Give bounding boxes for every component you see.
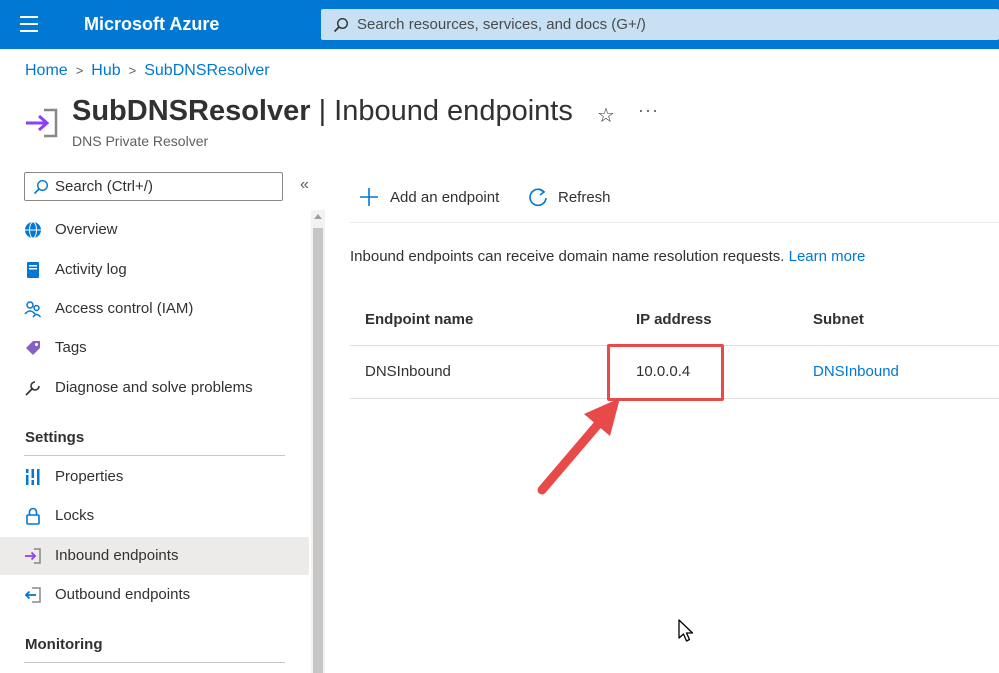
log-icon [27,262,39,278]
wrench-icon [25,381,40,396]
divider [24,662,285,663]
sidebar-item-label: Inbound endpoints [55,547,179,564]
sidebar-item-tags[interactable]: Tags [0,329,309,367]
globe-icon [25,221,41,239]
sidebar-search-input[interactable] [55,173,275,200]
page-title: SubDNSResolver | Inbound endpoints [72,95,573,128]
outbound-icon [24,587,41,603]
breadcrumb-resource[interactable]: SubDNSResolver [144,62,269,79]
scroll-up-icon[interactable] [314,214,322,219]
top-bar: Microsoft Azure [0,0,999,49]
settings-section-title: Settings [25,429,85,446]
sidebar-item-label: Activity log [55,261,127,278]
collapse-sidebar-icon[interactable]: « [300,176,309,194]
subnet-link[interactable]: DNSInbound [813,363,899,380]
sidebar-item-label: Access control (IAM) [55,300,194,317]
refresh-button[interactable]: Refresh [527,178,617,218]
command-bar-divider [350,222,999,223]
sidebar-item-label: Locks [55,507,95,524]
lock-icon [26,507,40,525]
page-name: Inbound endpoints [334,95,573,127]
breadcrumb: Home > Hub > SubDNSResolver [25,62,270,80]
sidebar-item-label: Diagnose and solve problems [55,379,253,396]
page-subtitle: DNS Private Resolver [72,133,209,149]
sidebar-item-outbound-endpoints[interactable]: Outbound endpoints [0,576,309,614]
mouse-cursor-icon [678,619,694,642]
menu-icon[interactable] [20,16,38,32]
properties-icon [25,469,40,485]
star-icon[interactable]: ☆ [597,103,615,128]
resource-name: SubDNSResolver [72,95,311,127]
sidebar-item-label: Tags [55,339,87,356]
sidebar-item-properties[interactable]: Properties [0,458,309,496]
endpoint-name-cell: DNSInbound [365,363,451,380]
plus-icon [360,188,378,206]
title-separator: | [310,95,335,127]
divider [24,455,285,456]
people-icon [24,301,42,318]
brand-title[interactable]: Microsoft Azure [84,14,219,35]
annotation-arrow-icon [537,398,620,495]
inbound-icon [25,548,41,564]
column-header-subnet[interactable]: Subnet [813,311,864,328]
sidebar-item-activity-log[interactable]: Activity log [0,251,309,289]
sidebar-scrollbar[interactable] [311,210,325,673]
sidebar-item-locks[interactable]: Locks [0,497,309,535]
global-search-input[interactable] [357,9,957,40]
sidebar-item-overview[interactable]: Overview [0,211,309,249]
more-icon[interactable]: ··· [638,100,659,121]
add-endpoint-label: Add an endpoint [390,189,500,206]
search-icon [333,17,349,33]
chevron-right-icon: > [128,63,137,78]
refresh-label: Refresh [558,189,611,206]
sidebar-item-inbound-endpoints[interactable]: Inbound endpoints [0,537,309,575]
tag-icon [26,341,40,355]
monitoring-section-title: Monitoring [25,636,103,653]
learn-more-link[interactable]: Learn more [789,248,866,265]
sidebar-item-label: Overview [55,221,118,238]
dns-resolver-icon [26,108,58,138]
sidebar-search[interactable] [24,172,283,201]
global-search[interactable] [321,9,999,40]
breadcrumb-hub[interactable]: Hub [91,62,120,79]
info-text: Inbound endpoints can receive domain nam… [350,248,865,265]
sidebar-item-label: Outbound endpoints [55,586,191,603]
sidebar-item-label: Properties [55,468,124,485]
sidebar-item-diagnose[interactable]: Diagnose and solve problems [0,369,309,407]
add-endpoint-button[interactable]: Add an endpoint [358,178,518,218]
column-header-ip-address[interactable]: IP address [636,311,712,328]
refresh-icon [529,188,547,207]
column-header-endpoint-name[interactable]: Endpoint name [365,311,473,328]
info-description: Inbound endpoints can receive domain nam… [350,248,789,265]
sidebar-item-access-control[interactable]: Access control (IAM) [0,290,309,328]
scrollbar-thumb[interactable] [313,228,323,673]
chevron-right-icon: > [75,63,84,78]
breadcrumb-home[interactable]: Home [25,62,68,79]
search-icon [33,179,49,195]
